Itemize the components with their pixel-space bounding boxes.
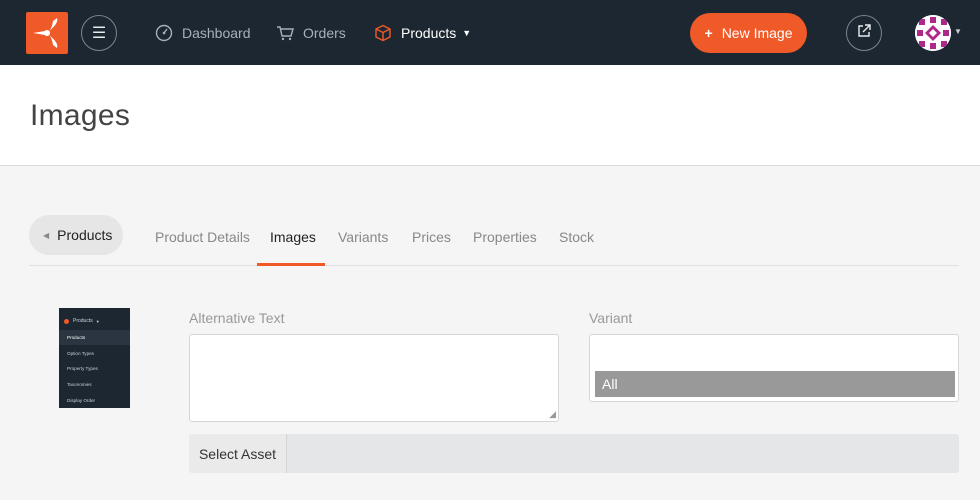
product-tabs: ◀ Products Product Details Images Varian… xyxy=(29,215,959,266)
thumbnail-header-label: Products xyxy=(73,318,93,324)
thumbnail-item: Products xyxy=(59,330,130,345)
active-tab-indicator xyxy=(257,263,325,266)
new-image-button[interactable]: + New Image xyxy=(690,13,807,53)
tab-stock[interactable]: Stock xyxy=(559,215,594,266)
tab-images[interactable]: Images xyxy=(270,215,316,266)
variant-label: Variant xyxy=(589,310,633,326)
variant-select[interactable]: All xyxy=(589,334,959,402)
thumbnail-item: Option Types xyxy=(67,351,94,356)
page-title: Images xyxy=(30,99,131,132)
cart-icon xyxy=(276,24,294,42)
dashboard-icon xyxy=(155,24,173,42)
user-avatar[interactable] xyxy=(915,15,951,51)
thumbnail-item: Display Order xyxy=(67,398,96,403)
hamburger-icon: ☰ xyxy=(91,25,107,42)
back-to-products-button[interactable]: ◀ Products xyxy=(29,215,123,255)
tab-properties[interactable]: Properties xyxy=(473,215,537,266)
nav-products[interactable]: Products ▼ xyxy=(374,0,471,65)
caret-left-icon: ◀ xyxy=(43,230,50,240)
back-label: Products xyxy=(57,227,113,243)
tab-variants[interactable]: Variants xyxy=(338,215,388,266)
box-icon xyxy=(374,24,392,42)
caret-down-icon: ▼ xyxy=(462,27,472,38)
variant-option-all[interactable]: All xyxy=(595,371,955,397)
thumbnail-caret-icon: ▼ xyxy=(95,318,100,324)
resize-handle-icon[interactable]: ◢ xyxy=(549,410,556,419)
open-storefront-button[interactable] xyxy=(846,15,882,51)
tab-prices[interactable]: Prices xyxy=(412,215,451,266)
nav-orders[interactable]: Orders xyxy=(276,0,346,65)
alt-text-textarea[interactable]: ◢ xyxy=(189,334,559,422)
avatar-caret-icon[interactable]: ▼ xyxy=(954,27,962,36)
thumbnail-item: Taxonomies xyxy=(67,382,92,387)
menu-toggle-button[interactable]: ☰ xyxy=(81,15,117,51)
tab-product-details[interactable]: Product Details xyxy=(155,215,250,266)
thumbnail-item: Property Types xyxy=(67,366,98,371)
logo-icon[interactable] xyxy=(26,12,68,54)
plus-icon: + xyxy=(704,25,713,41)
alt-text-label: Alternative Text xyxy=(189,310,285,326)
external-link-icon xyxy=(856,23,872,44)
nav-products-label: Products xyxy=(401,24,457,41)
nav-dashboard[interactable]: Dashboard xyxy=(155,0,251,65)
nav-dashboard-label: Dashboard xyxy=(182,24,251,41)
new-image-label: New Image xyxy=(721,25,793,41)
page-header: Images xyxy=(0,65,980,166)
select-asset-button[interactable]: Select Asset xyxy=(189,434,287,473)
thumbnail-header: Products ▼ xyxy=(59,314,130,328)
top-navbar: ☰ Dashboard Orders Products ▼ + New Imag… xyxy=(0,0,980,65)
nav-orders-label: Orders xyxy=(303,24,346,41)
asset-input-group: Select Asset xyxy=(189,434,959,473)
image-thumbnail: Products ▼ Products Option Types Propert… xyxy=(59,308,130,408)
asset-file-field[interactable] xyxy=(288,434,959,473)
thumbnail-box-icon xyxy=(64,318,69,324)
